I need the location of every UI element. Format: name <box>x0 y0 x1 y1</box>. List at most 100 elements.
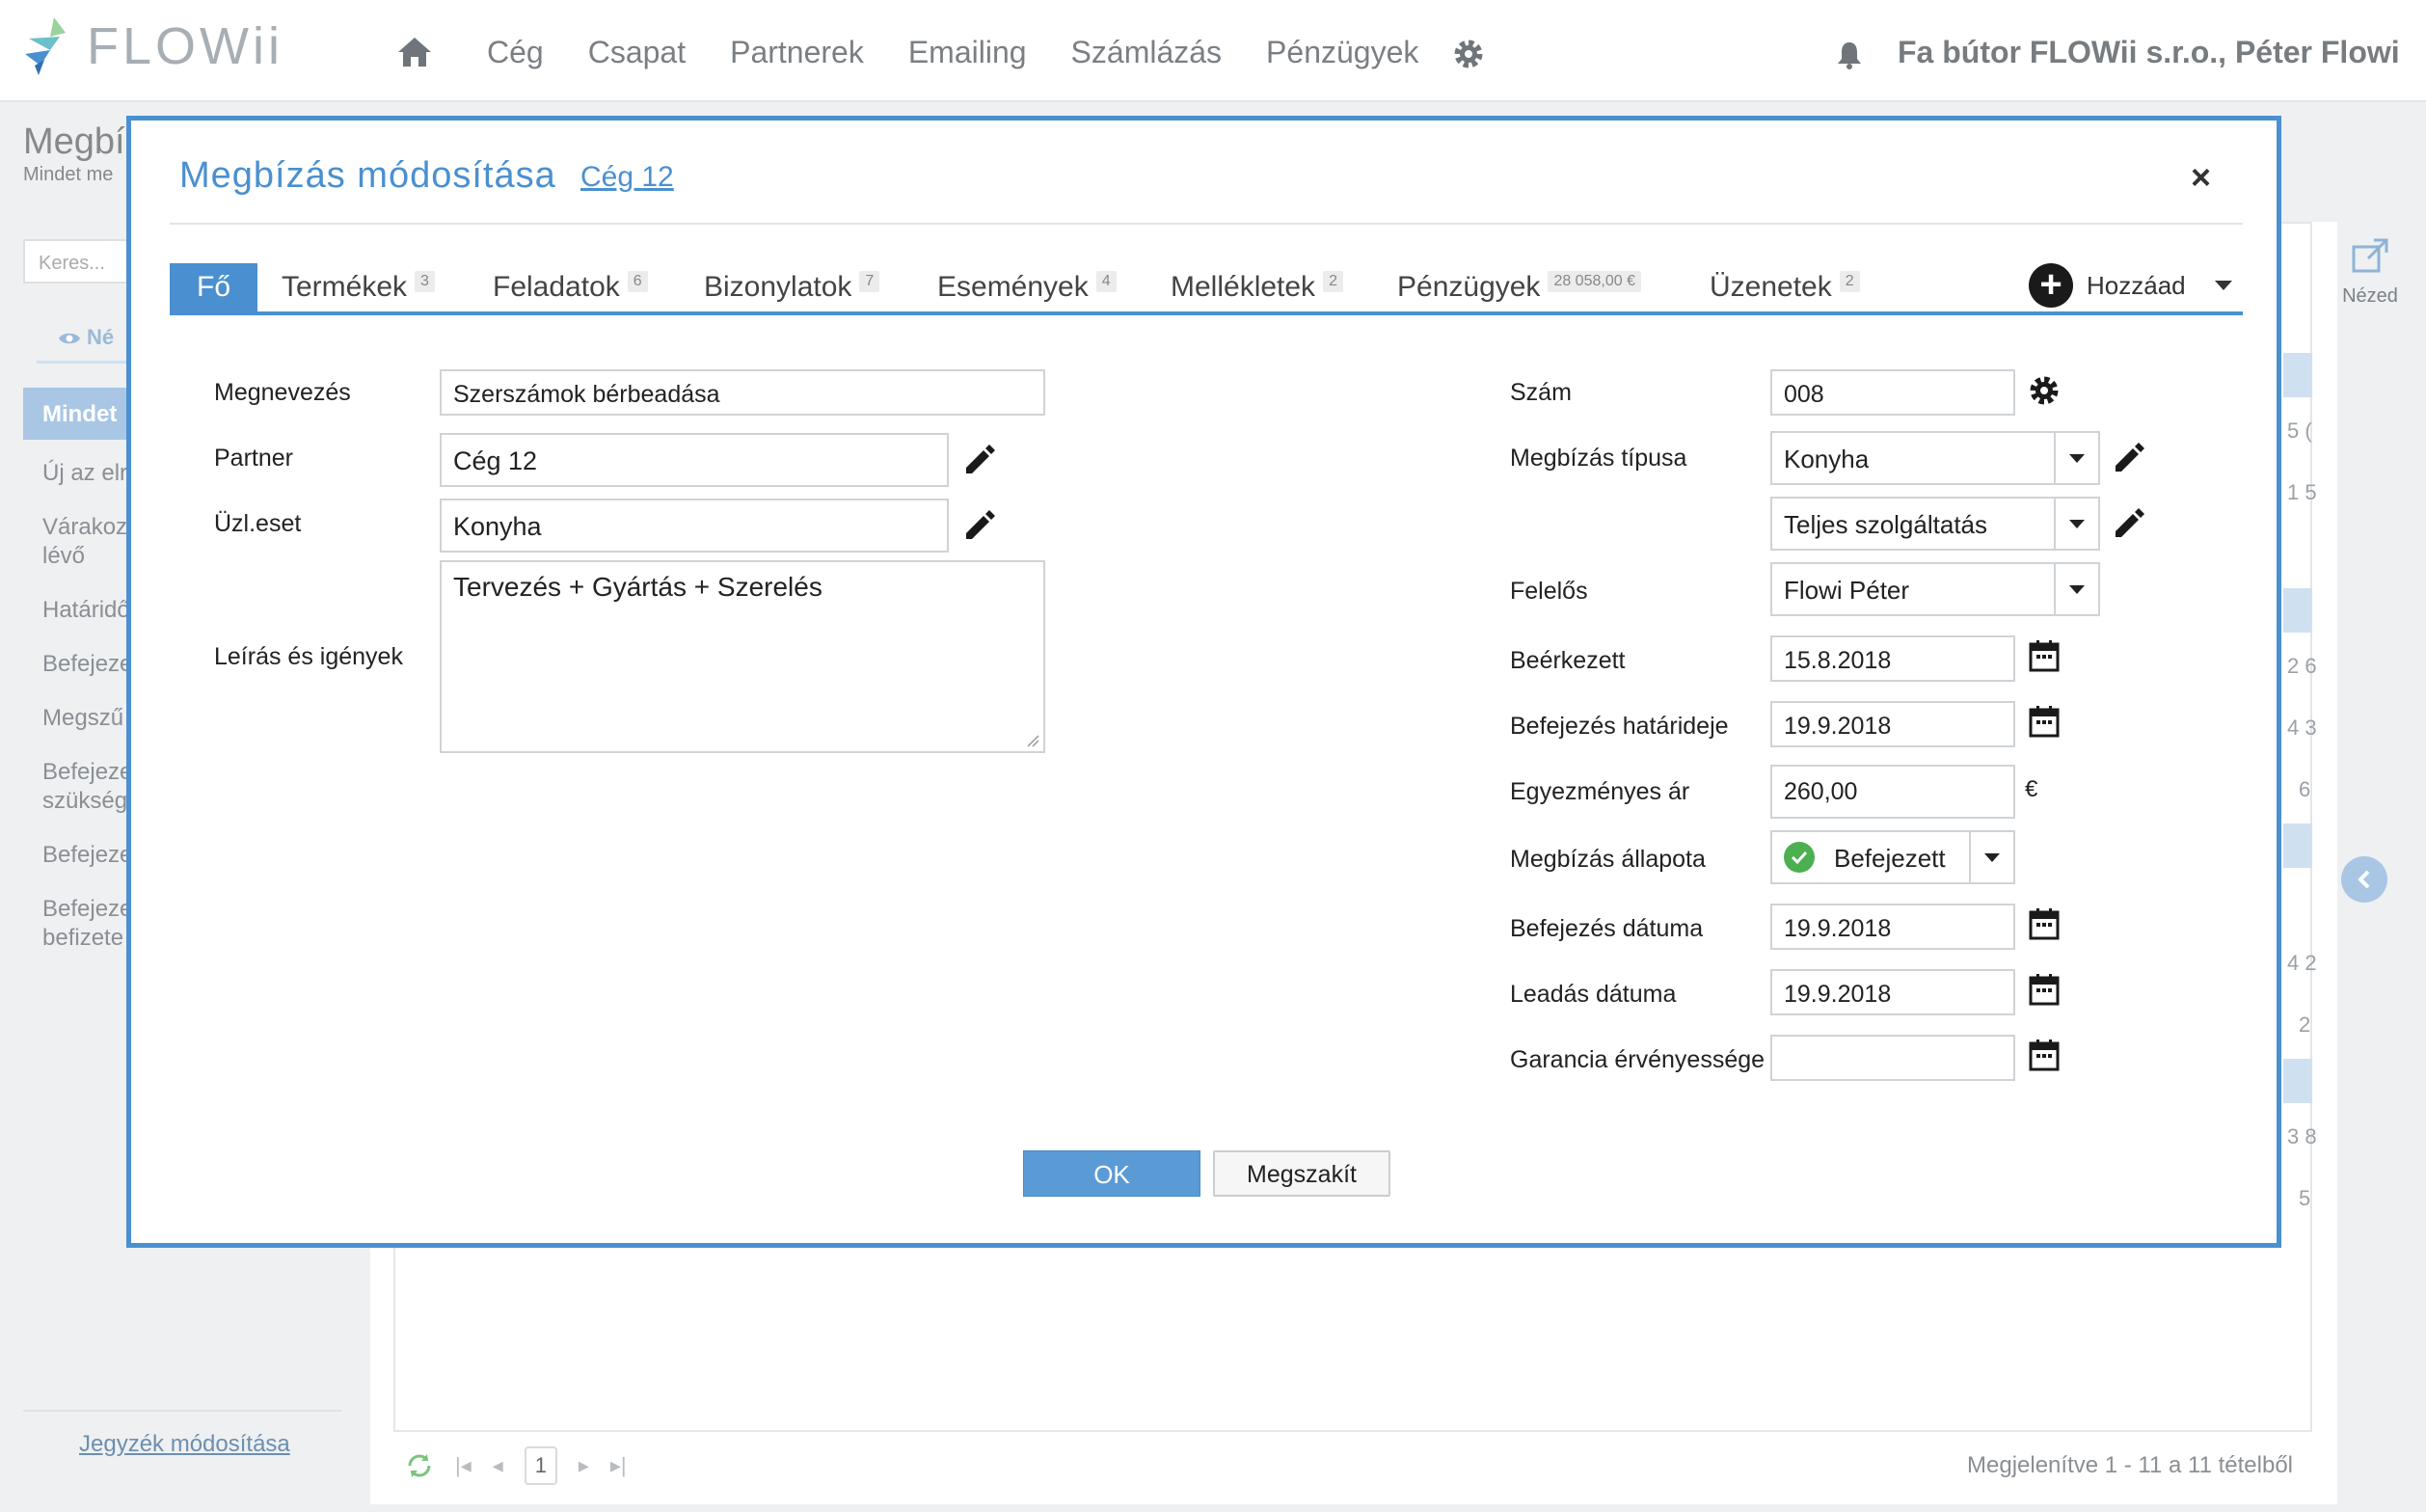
nav-item-szamlazas[interactable]: Számlázás <box>1071 35 1223 70</box>
row-highlight <box>2283 1059 2312 1103</box>
first-page-icon[interactable]: |◂ <box>455 1453 472 1478</box>
number-field[interactable]: 008 <box>1770 369 2015 416</box>
export-view-button[interactable]: Nézed <box>2339 237 2401 308</box>
agreed-price-field[interactable]: 260,00 <box>1770 765 2015 819</box>
plus-circle-icon: + <box>2029 263 2073 308</box>
number-settings-gear-icon[interactable] <box>2027 373 2062 408</box>
notification-bell-icon[interactable] <box>1836 40 1863 69</box>
sidebar-search-input[interactable]: Keres... <box>23 239 139 284</box>
owner-dropdown-button[interactable] <box>2054 564 2098 614</box>
flowii-logo[interactable]: FLOWii <box>21 15 283 77</box>
eye-icon <box>59 333 80 344</box>
edit-partner-pencil-icon[interactable] <box>960 441 999 479</box>
tab-amount-badge: 28 058,00 € <box>1548 271 1641 292</box>
case-field[interactable]: Konyha <box>440 499 949 553</box>
description-text: Tervezés + Gyártás + Szerelés <box>453 572 822 602</box>
sidebar-filter-list: Új az elr Várakoz lévő Határidő Befejeze… <box>42 459 132 978</box>
edit-order-type-pencil-icon[interactable] <box>2110 439 2148 477</box>
name-field[interactable]: Szerszámok bérbeadása <box>440 369 1045 416</box>
company-user-name[interactable]: Fa bútor FLOWii s.r.o., Péter Flowi <box>1898 35 2400 70</box>
delivery-calendar-icon[interactable] <box>2029 973 2060 1006</box>
title-divider <box>170 223 2243 225</box>
partner-field[interactable]: Cég 12 <box>440 433 949 487</box>
background-page-subtitle: Mindet me <box>23 164 114 185</box>
resize-handle-icon[interactable] <box>1026 734 1039 747</box>
edit-service-type-pencil-icon[interactable] <box>2110 504 2148 543</box>
received-date-field[interactable]: 15.8.2018 <box>1770 635 2015 682</box>
tab-products[interactable]: Termékek 3 <box>282 263 435 311</box>
nav-item-ceg[interactable]: Cég <box>487 35 544 70</box>
warranty-date-field[interactable] <box>1770 1035 2015 1081</box>
edit-case-pencil-icon[interactable] <box>960 506 999 545</box>
add-button[interactable]: + Hozzáad <box>2029 263 2232 308</box>
cell-value: 4 3 <box>2287 716 2317 740</box>
status-value: Befejezett <box>1834 844 1946 873</box>
tab-documents[interactable]: Bizonylatok 7 <box>704 263 880 311</box>
description-textarea[interactable]: Tervezés + Gyártás + Szerelés <box>440 560 1045 753</box>
deadline-date-field[interactable]: 19.9.2018 <box>1770 701 2015 747</box>
warranty-label: Garancia érvényessége <box>1510 1046 1766 1073</box>
status-dropdown-button[interactable] <box>1969 832 2013 882</box>
sidebar-item[interactable]: Befejeze szükség <box>42 758 132 816</box>
service-type-select[interactable]: Teljes szolgáltatás <box>1770 497 2100 551</box>
nav-item-csapat[interactable]: Csapat <box>588 35 686 70</box>
close-icon[interactable]: × <box>2191 157 2211 198</box>
status-select[interactable]: Befejezett <box>1770 830 2015 884</box>
prev-page-icon[interactable]: ◂ <box>493 1453 503 1478</box>
last-page-icon[interactable]: ▸| <box>610 1453 627 1478</box>
dialog-title: Megbízás módosítása <box>179 155 556 196</box>
nav-item-emailing[interactable]: Emailing <box>908 35 1027 70</box>
background-page-title: Megbí <box>23 122 125 162</box>
cancel-button[interactable]: Megszakít <box>1213 1150 1390 1197</box>
tab-finances[interactable]: Pénzügyek 28 058,00 € <box>1397 263 1641 311</box>
tab-attachments[interactable]: Mellékletek 2 <box>1171 263 1343 311</box>
settings-gear-icon[interactable] <box>1451 37 1486 71</box>
nav-item-penzugyek[interactable]: Pénzügyek <box>1266 35 1418 70</box>
external-link-icon <box>2352 238 2388 273</box>
order-type-dropdown-button[interactable] <box>2054 433 2098 483</box>
next-page-icon[interactable]: ▸ <box>579 1453 589 1478</box>
owner-select[interactable]: Flowi Péter <box>1770 562 2100 616</box>
tab-messages[interactable]: Üzenetek 2 <box>1710 263 1860 311</box>
chevron-down-icon <box>2214 281 2232 290</box>
row-highlight <box>2283 588 2312 633</box>
edit-list-link[interactable]: Jegyzék módosítása <box>79 1431 290 1458</box>
sidebar-item[interactable]: Várakoz lévő <box>42 513 129 571</box>
logo-bird-icon <box>25 17 66 75</box>
sidebar-item[interactable]: Befejeze befizete <box>42 895 132 953</box>
tab-tasks[interactable]: Feladatok 6 <box>493 263 648 311</box>
tab-count-badge: 7 <box>859 271 880 292</box>
received-label: Beérkezett <box>1510 647 1626 674</box>
sidebar-item-all[interactable]: Mindet <box>23 388 139 440</box>
sidebar-item[interactable]: Befejeze <box>42 650 132 679</box>
deadline-calendar-icon[interactable] <box>2029 705 2060 738</box>
home-icon[interactable] <box>395 35 434 69</box>
refresh-icon[interactable] <box>405 1452 434 1479</box>
cell-value: 3 8 <box>2287 1124 2317 1148</box>
tab-events[interactable]: Események 4 <box>937 263 1117 311</box>
cell-value: 5 ( <box>2287 418 2312 443</box>
completed-date-field[interactable]: 19.9.2018 <box>1770 904 2015 950</box>
ok-button[interactable]: OK <box>1023 1150 1200 1197</box>
received-calendar-icon[interactable] <box>2029 639 2060 672</box>
dialog-tabs: Fő Termékek 3 Feladatok 6 Bizonylatok 7 … <box>170 263 2243 315</box>
company-link[interactable]: Cég 12 <box>580 161 674 194</box>
delivery-date-field[interactable]: 19.9.2018 <box>1770 969 2015 1015</box>
service-type-dropdown-button[interactable] <box>2054 499 2098 549</box>
sidebar-item[interactable]: Megszű <box>42 704 132 733</box>
page-number[interactable]: 1 <box>524 1446 557 1485</box>
tab-label: Események <box>937 271 1089 303</box>
order-type-select[interactable]: Konyha <box>1770 431 2100 485</box>
collapse-panel-button[interactable] <box>2341 856 2387 903</box>
sidebar-item[interactable]: Befejeze <box>42 841 132 870</box>
warranty-calendar-icon[interactable] <box>2029 1039 2060 1071</box>
tab-main[interactable]: Fő <box>170 263 258 311</box>
description-label: Leírás és igények <box>214 643 403 670</box>
owner-value: Flowi Péter <box>1784 576 1910 605</box>
sidebar-item[interactable]: Új az elr <box>42 459 132 488</box>
sidebar-view-tab[interactable]: Né <box>58 325 114 350</box>
completed-calendar-icon[interactable] <box>2029 907 2060 940</box>
nav-item-partnerek[interactable]: Partnerek <box>730 35 864 70</box>
sidebar-item[interactable]: Határidő <box>42 596 132 625</box>
order-type-label: Megbízás típusa <box>1510 445 1687 472</box>
